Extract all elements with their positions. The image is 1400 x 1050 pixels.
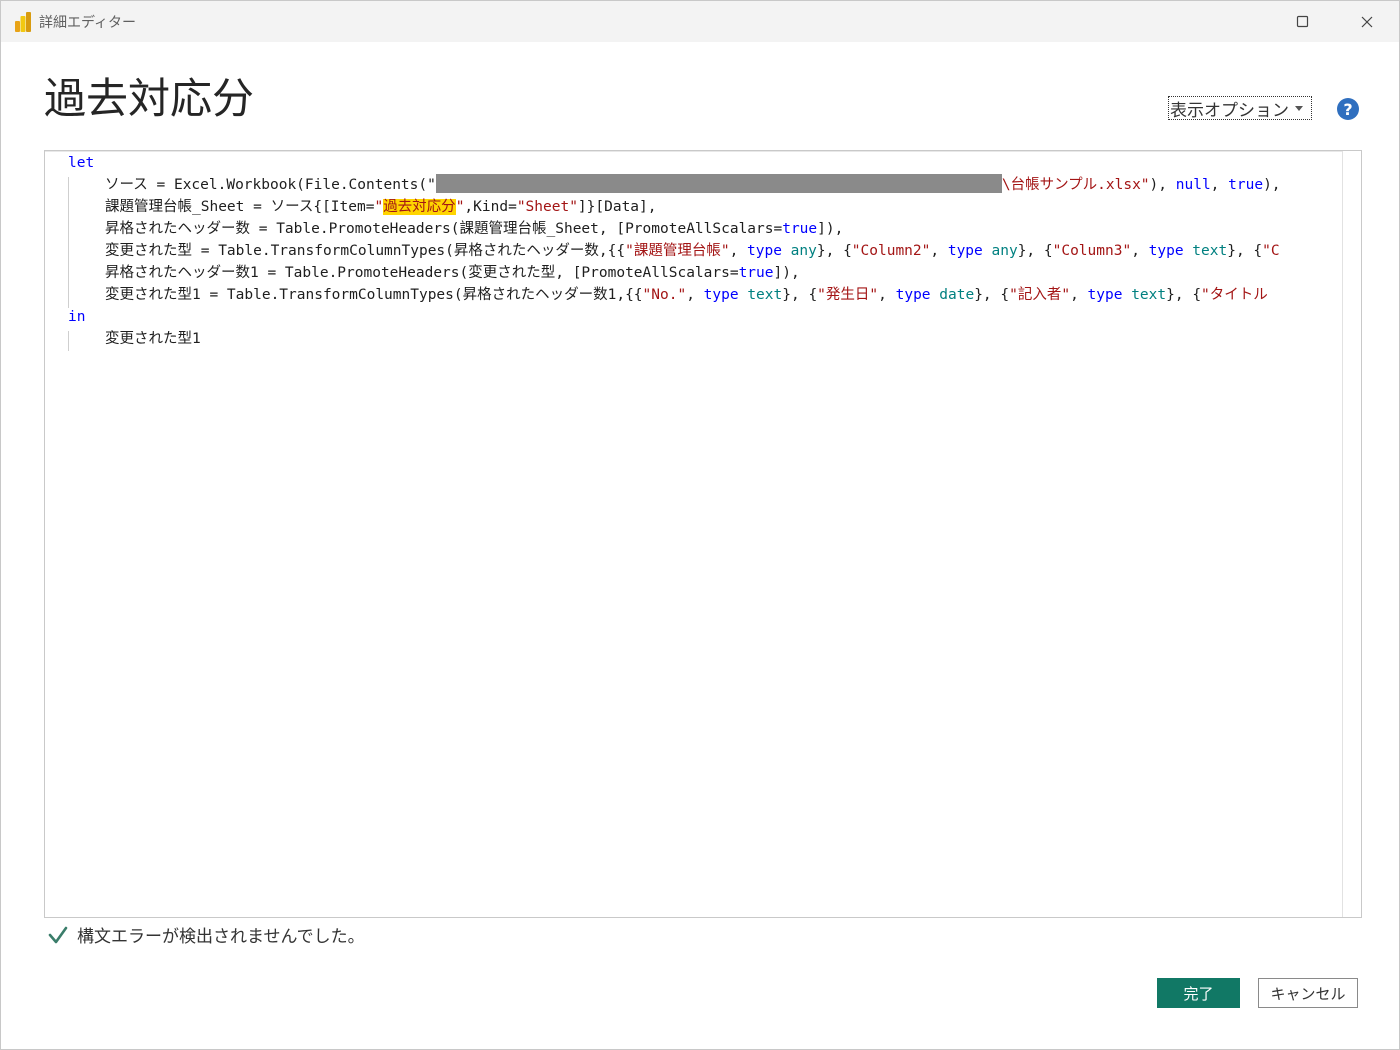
code-line-1: let <box>68 155 95 171</box>
minimize-icon <box>1238 21 1248 22</box>
checkmark-icon <box>48 926 68 943</box>
indent-guide <box>68 177 69 308</box>
done-button[interactable]: 完了 <box>1157 978 1240 1008</box>
code-line-8: in <box>68 309 86 325</box>
maximize-icon <box>1296 15 1309 27</box>
code-line-7: 変更された型1 = Table.TransformColumnTypes(昇格さ… <box>105 287 1268 303</box>
dropdown-caret-icon <box>1295 106 1303 111</box>
code-line-5: 変更された型 = Table.TransformColumnTypes(昇格され… <box>105 243 1280 259</box>
advanced-editor-window: 詳細エディター 過去対応分 表示オプション ? let ソース = Excel.… <box>0 0 1400 1050</box>
help-icon[interactable]: ? <box>1337 98 1359 120</box>
code-editor[interactable]: let ソース = Excel.Workbook(File.Contents("… <box>44 150 1362 918</box>
maximize-button[interactable] <box>1275 1 1331 42</box>
power-bi-icon <box>15 12 31 32</box>
search-highlight: 過去対応分 <box>383 199 456 215</box>
syntax-status: 構文エラーが検出されませんでした。 <box>48 922 365 947</box>
code-line-3: 課題管理台帳_Sheet = ソース{[Item="過去対応分",Kind="S… <box>105 199 657 215</box>
close-button[interactable] <box>1339 1 1395 42</box>
window-title: 詳細エディター <box>39 15 137 31</box>
code-line-4: 昇格されたヘッダー数 = Table.PromoteHeaders(課題管理台帳… <box>105 221 844 237</box>
vertical-scrollbar[interactable] <box>1342 151 1361 917</box>
close-icon <box>1361 16 1373 27</box>
code-line-9: 変更された型1 <box>105 331 201 347</box>
view-options-dropdown[interactable]: 表示オプション <box>1168 96 1312 121</box>
title-bar: 詳細エディター <box>1 1 1399 42</box>
minimize-button[interactable] <box>1215 1 1271 42</box>
code-line-2: ソース = Excel.Workbook(File.Contents(" \台帳サ… <box>105 174 1281 196</box>
query-name-title: 過去対応分 <box>44 74 255 123</box>
redacted-path <box>435 174 1002 193</box>
indent-guide <box>68 331 69 351</box>
view-options-label: 表示オプション <box>1170 100 1289 121</box>
code-line-6: 昇格されたヘッダー数1 = Table.PromoteHeaders(変更された… <box>105 265 800 281</box>
cancel-button[interactable]: キャンセル <box>1258 978 1358 1008</box>
status-message: 構文エラーが検出されませんでした。 <box>77 927 365 947</box>
editor-top-border <box>45 151 1342 152</box>
